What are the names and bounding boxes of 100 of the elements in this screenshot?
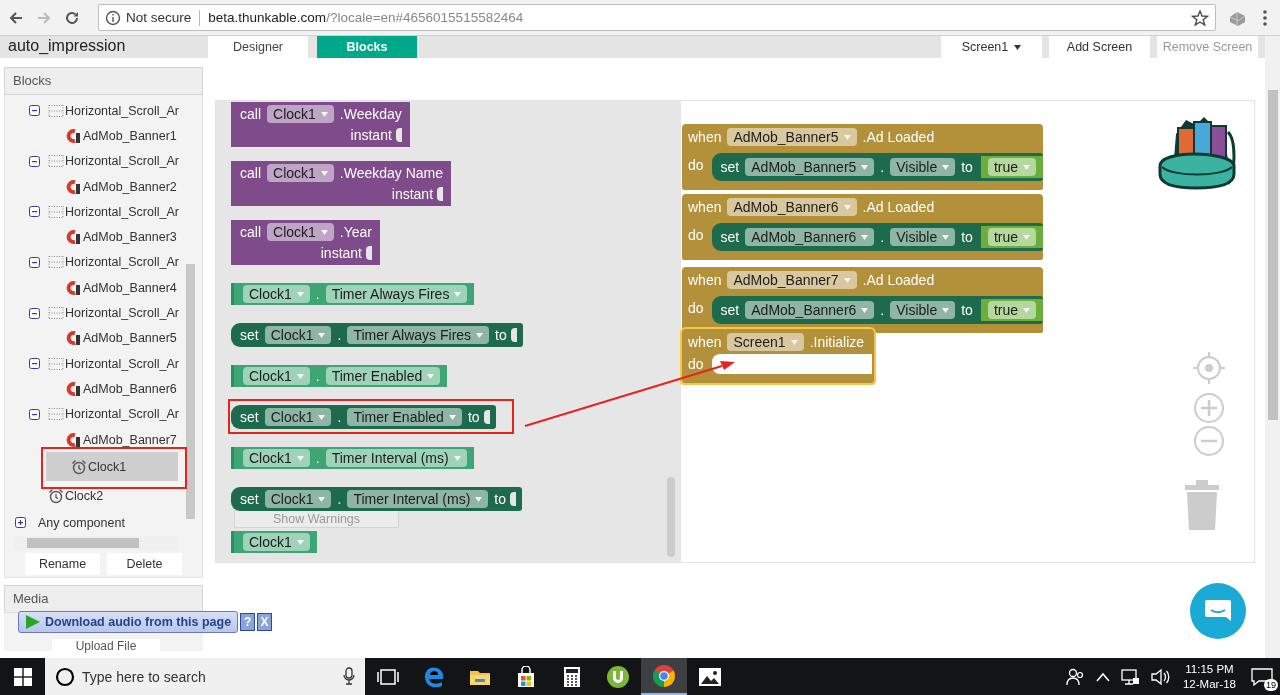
- block-dropdown[interactable]: Clock1: [243, 285, 310, 303]
- event-block[interactable]: when Screen1 .Initialize do: [682, 329, 875, 383]
- input-socket[interactable]: [437, 187, 444, 201]
- block-dropdown[interactable]: AdMob_Banner6: [727, 198, 857, 216]
- block-dropdown[interactable]: Timer Interval (ms): [347, 490, 489, 508]
- bookmark-star-icon[interactable]: [1191, 8, 1209, 27]
- collapse-icon[interactable]: [29, 206, 40, 218]
- getter-block[interactable]: Clock1 . Timer Interval (ms): [231, 447, 474, 469]
- screen-dropdown[interactable]: Screen1: [941, 36, 1042, 58]
- block-dropdown[interactable]: AdMob_Banner6: [745, 228, 875, 246]
- notification-button[interactable]: 19: [1244, 658, 1280, 695]
- block-dropdown[interactable]: Timer Enabled: [325, 367, 441, 385]
- tree-item[interactable]: AdMob_Banner4: [5, 275, 185, 301]
- clock-time[interactable]: 11:15 PM: [1185, 661, 1234, 677]
- getter-block[interactable]: Clock1 . Timer Enabled: [231, 365, 448, 387]
- block-dropdown[interactable]: AdMob_Banner7: [727, 271, 857, 289]
- setter-block[interactable]: set AdMob_Banner6 . Visible to true: [711, 223, 1044, 251]
- tree-item[interactable]: AdMob_Banner7: [5, 426, 185, 453]
- clock-date[interactable]: 12-Mar-18: [1182, 676, 1236, 692]
- back-icon[interactable]: [8, 9, 24, 26]
- tree-item[interactable]: Horizontal_Scroll_Ar: [5, 300, 185, 326]
- event-block[interactable]: when AdMob_Banner5 .Ad Loaded do set AdMob_Banner5 . Visible to true: [682, 124, 1044, 190]
- input-socket[interactable]: [483, 410, 490, 424]
- input-socket[interactable]: [510, 328, 517, 342]
- reload-icon[interactable]: [64, 9, 80, 26]
- boolean-block[interactable]: true: [980, 299, 1044, 321]
- setter-block[interactable]: set AdMob_Banner5 . Visible to true: [711, 153, 1044, 181]
- add-screen-button[interactable]: Add Screen: [1049, 36, 1150, 58]
- tree-item[interactable]: Any component: [5, 510, 185, 536]
- chat-button[interactable]: [1190, 583, 1246, 639]
- expand-icon[interactable]: [15, 517, 26, 529]
- block-dropdown[interactable]: Clock1: [267, 164, 334, 182]
- block-dropdown[interactable]: Clock1: [264, 326, 332, 344]
- upload-file-button[interactable]: Upload File: [52, 638, 160, 654]
- setter-block[interactable]: set Clock1 . Timer Interval (ms) to: [231, 487, 522, 511]
- microphone-icon[interactable]: [343, 667, 355, 685]
- tree-item[interactable]: AdMob_Banner1: [5, 123, 185, 149]
- collapse-icon[interactable]: [29, 358, 40, 370]
- tree-item[interactable]: AdMob_Banner6: [5, 376, 185, 402]
- block-dropdown[interactable]: Screen1: [727, 333, 804, 351]
- setter-block[interactable]: set Clock1 . Timer Enabled to: [231, 405, 496, 429]
- block-dropdown[interactable]: true: [987, 301, 1037, 319]
- input-socket[interactable]: [366, 246, 372, 260]
- page-scrollbar[interactable]: [1265, 36, 1280, 658]
- drawer-scrollbar[interactable]: [667, 477, 675, 557]
- address-field[interactable]: Not secure beta.thunkable.com/?locale=en#4656015515582464: [98, 4, 1216, 31]
- event-block[interactable]: when AdMob_Banner7 .Ad Loaded do set AdMob_Banner6 . Visible to true: [682, 267, 1044, 333]
- block-dropdown[interactable]: Clock1: [243, 533, 310, 551]
- block-dropdown[interactable]: AdMob_Banner5: [745, 158, 875, 176]
- taskbar-app-button[interactable]: [641, 658, 687, 695]
- chevron-up-icon[interactable]: [1095, 671, 1110, 682]
- block-dropdown[interactable]: true: [987, 228, 1037, 246]
- boolean-block[interactable]: true: [980, 226, 1044, 248]
- block-dropdown[interactable]: Visible: [890, 228, 956, 246]
- tree-item[interactable]: Horizontal_Scroll_Ar: [5, 249, 185, 276]
- collapse-icon[interactable]: [29, 155, 40, 167]
- event-block[interactable]: when AdMob_Banner6 .Ad Loaded do set AdMob_Banner6 . Visible to true: [682, 194, 1044, 260]
- collapse-icon[interactable]: [29, 105, 40, 117]
- tree-item[interactable]: AdMob_Banner5: [5, 325, 185, 351]
- call-block[interactable]: call Clock1 .Year instant: [231, 220, 380, 265]
- collapse-icon[interactable]: [29, 408, 40, 420]
- people-icon[interactable]: [1065, 667, 1086, 686]
- tree-item[interactable]: Horizontal_Scroll_Ar: [5, 401, 185, 427]
- block-dropdown[interactable]: Visible: [890, 301, 956, 319]
- tree-item[interactable]: Horizontal_Scroll_Ar: [5, 148, 185, 174]
- block-dropdown[interactable]: Timer Always Fires: [347, 326, 490, 344]
- tree-item[interactable]: Horizontal_Scroll_Ar: [5, 98, 185, 124]
- block-dropdown[interactable]: Clock1: [267, 223, 334, 241]
- input-socket[interactable]: [510, 492, 516, 506]
- call-block[interactable]: call Clock1 .Weekday Name instant: [231, 161, 452, 206]
- statement-slot[interactable]: [711, 354, 872, 374]
- block-dropdown[interactable]: Visible: [890, 158, 956, 176]
- block-dropdown[interactable]: AdMob_Banner6: [745, 301, 875, 319]
- call-block[interactable]: call Clock1 .Weekday instant: [231, 102, 410, 147]
- getter-block[interactable]: Clock1: [231, 531, 317, 553]
- block-dropdown[interactable]: Clock1: [267, 105, 334, 123]
- network-icon[interactable]: [1119, 667, 1140, 686]
- tree-item[interactable]: Clock2: [5, 481, 185, 511]
- block-dropdown[interactable]: Clock1: [264, 490, 332, 508]
- block-dropdown[interactable]: Timer Always Fires: [325, 285, 468, 303]
- block-dropdown[interactable]: Clock1: [243, 367, 310, 385]
- setter-block[interactable]: set AdMob_Banner6 . Visible to true: [711, 296, 1044, 324]
- tree-item[interactable]: AdMob_Banner3: [5, 224, 185, 250]
- getter-block[interactable]: Clock1 . Timer Always Fires: [231, 283, 475, 305]
- block-dropdown[interactable]: Clock1: [264, 408, 332, 426]
- menu-icon[interactable]: [1262, 8, 1268, 27]
- tree-item[interactable]: Horizontal_Scroll_Ar: [5, 350, 185, 377]
- boolean-block[interactable]: true: [980, 156, 1044, 178]
- input-socket[interactable]: [395, 128, 402, 142]
- tree-item[interactable]: Horizontal_Scroll_Ar: [5, 199, 185, 225]
- tab[interactable]: Designer: [208, 36, 308, 58]
- collapse-icon[interactable]: [29, 307, 40, 319]
- block-dropdown[interactable]: true: [987, 158, 1037, 176]
- setter-block[interactable]: set Clock1 . Timer Always Fires to: [231, 323, 523, 347]
- collapse-icon[interactable]: [29, 256, 40, 268]
- block-dropdown[interactable]: Clock1: [243, 449, 310, 467]
- taskbar-search-field[interactable]: Type here to search: [45, 658, 365, 695]
- volume-icon[interactable]: [1149, 667, 1170, 686]
- tree-item[interactable]: Clock1: [46, 452, 178, 482]
- panel-button[interactable]: Delete: [107, 553, 182, 575]
